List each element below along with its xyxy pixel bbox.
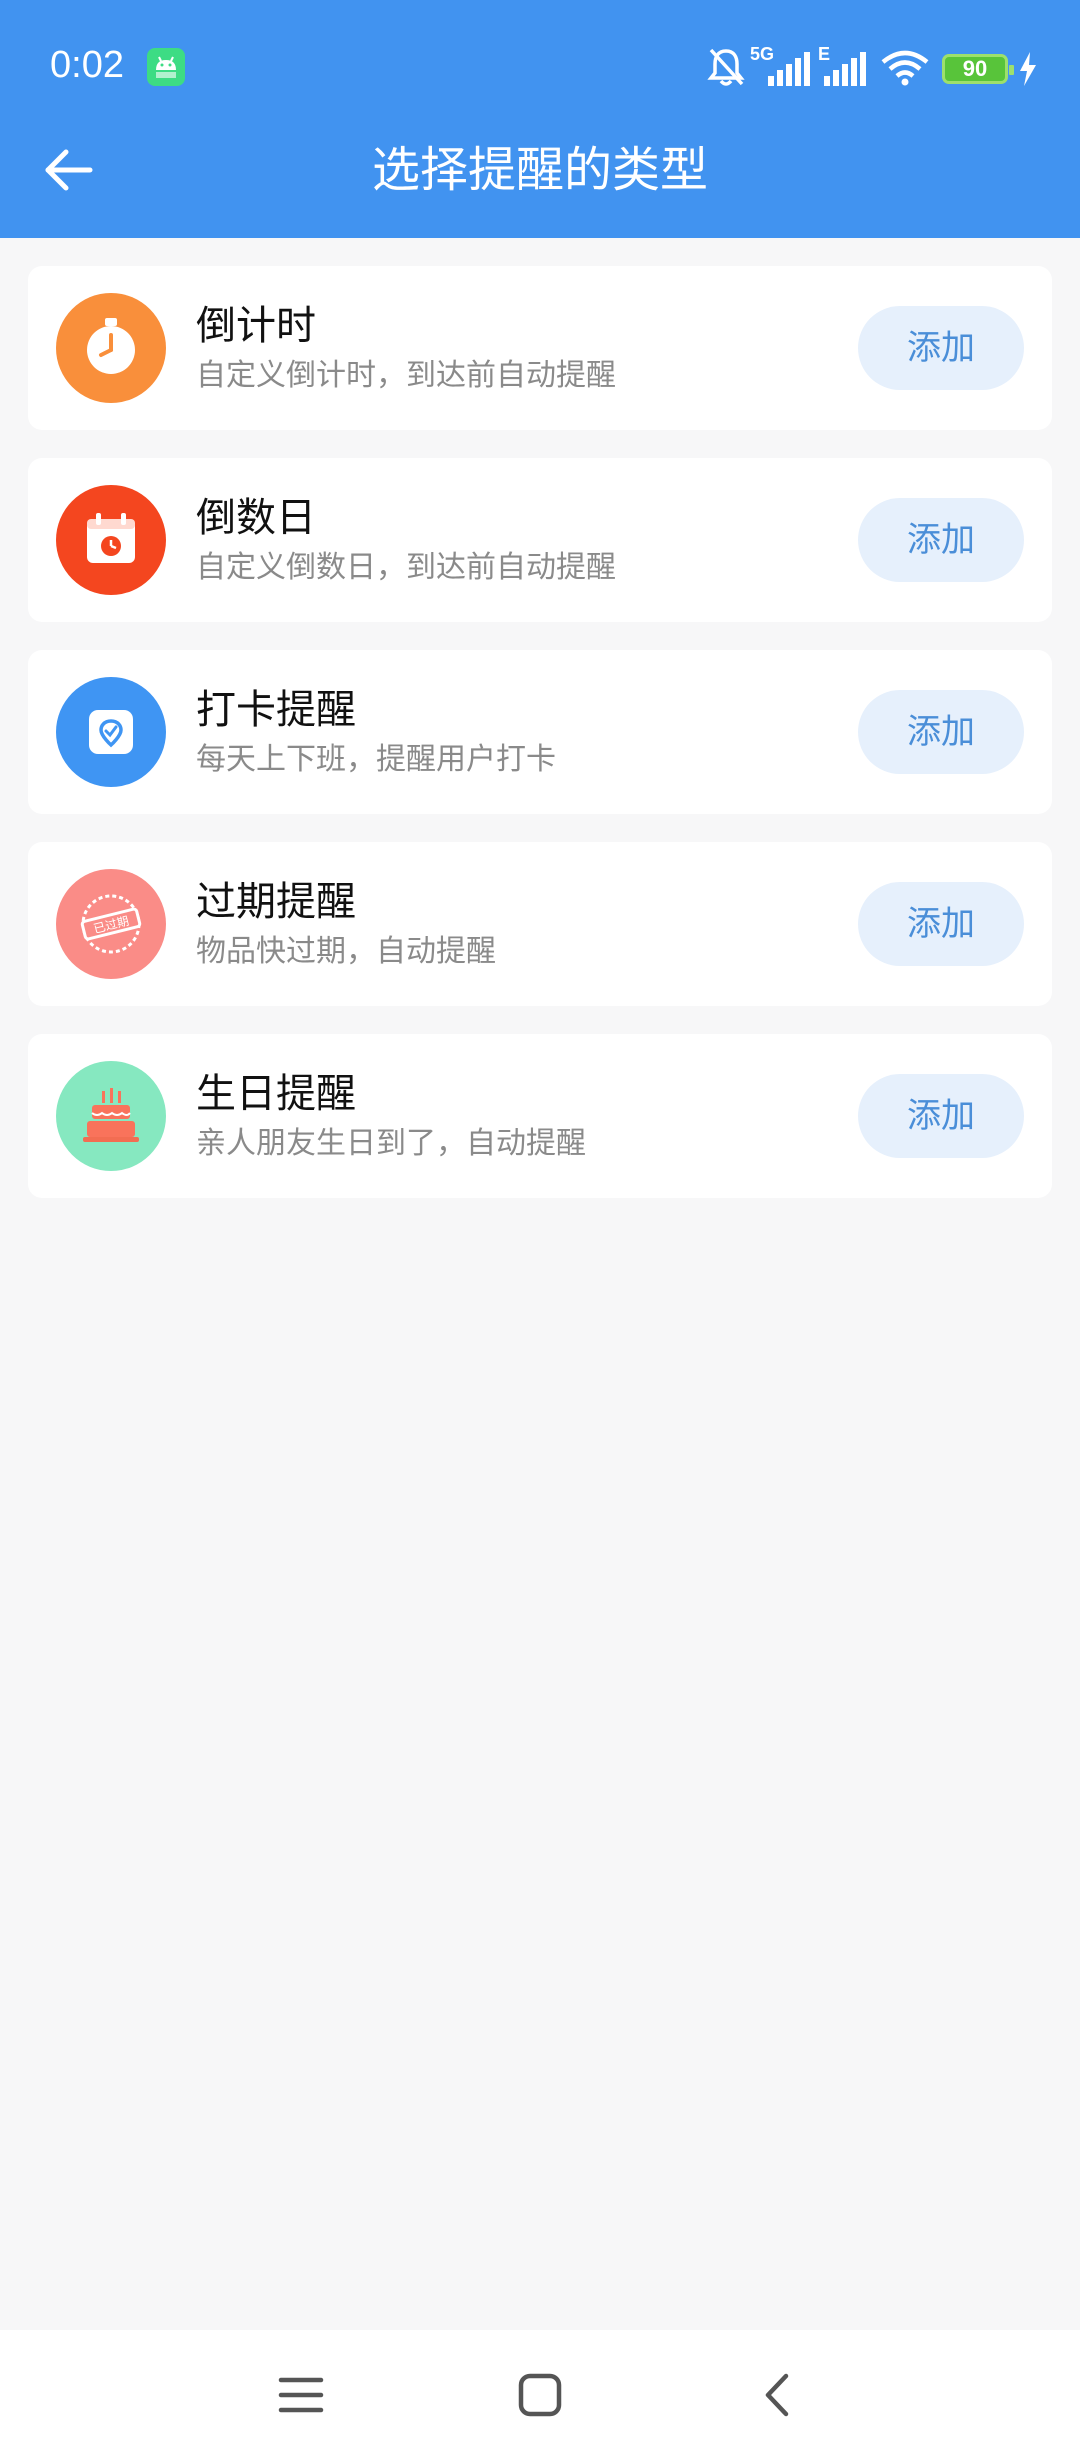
- charging-bolt-icon: [1020, 52, 1036, 86]
- card-description: 物品快过期，自动提醒: [196, 934, 496, 969]
- add-countdown-button[interactable]: 添加: [858, 306, 1024, 390]
- reminder-type-card-countdown[interactable]: 倒计时 自定义倒计时，到达前自动提醒 添加: [28, 266, 1052, 430]
- menu-icon[interactable]: [278, 2374, 324, 2416]
- page-title: 选择提醒的类型: [371, 142, 708, 198]
- reminder-type-card-days-countdown[interactable]: 倒数日 自定义倒数日，到达前自动提醒 添加: [28, 458, 1052, 622]
- system-navigation-bar: [0, 2330, 1080, 2460]
- card-title: 生日提醒: [196, 1071, 356, 1117]
- add-days-countdown-button[interactable]: 添加: [858, 498, 1024, 582]
- app-bar: 0:02 5G E 90 选择提醒的类型: [0, 0, 1080, 238]
- card-description: 自定义倒数日，到达前自动提醒: [196, 550, 616, 585]
- card-title: 过期提醒: [196, 879, 356, 925]
- card-title: 倒数日: [196, 495, 316, 541]
- wifi-icon: [881, 50, 929, 86]
- card-description: 亲人朋友生日到了，自动提醒: [196, 1126, 586, 1161]
- reminder-type-card-birthday[interactable]: 生日提醒 亲人朋友生日到了，自动提醒 添加: [28, 1034, 1052, 1198]
- back-chevron-icon[interactable]: [760, 2372, 794, 2418]
- card-description: 每天上下班，提醒用户打卡: [196, 742, 556, 777]
- card-description: 自定义倒计时，到达前自动提醒: [196, 358, 616, 393]
- reminder-type-list: 倒计时 自定义倒计时，到达前自动提醒 添加 倒数日 自定义倒数日，到达前自动提醒…: [28, 266, 1052, 1226]
- bell-muted-icon: [707, 48, 745, 86]
- add-expiry-button[interactable]: 添加: [858, 882, 1024, 966]
- expired-stamp-icon: 已过期: [56, 869, 166, 979]
- battery-indicator: 90: [942, 54, 1014, 84]
- reminder-type-card-check-in[interactable]: 打卡提醒 每天上下班，提醒用户打卡 添加: [28, 650, 1052, 814]
- add-birthday-button[interactable]: 添加: [858, 1074, 1024, 1158]
- signal-strength-icon-2: [824, 52, 866, 86]
- card-title: 打卡提醒: [196, 687, 356, 733]
- home-square-icon[interactable]: [517, 2372, 563, 2418]
- stopwatch-icon: [56, 293, 166, 403]
- card-title: 倒计时: [196, 303, 316, 349]
- birthday-cake-icon: [56, 1061, 166, 1171]
- calendar-icon: [56, 485, 166, 595]
- signal-strength-icon-1: [768, 52, 810, 86]
- status-time: 0:02: [50, 44, 124, 86]
- add-check-in-button[interactable]: 添加: [858, 690, 1024, 774]
- reminder-type-card-expiry[interactable]: 已过期 过期提醒 物品快过期，自动提醒 添加: [28, 842, 1052, 1006]
- android-notification-icon: [147, 48, 185, 86]
- location-pin-icon: [56, 677, 166, 787]
- status-bar: 0:02 5G E 90: [0, 0, 1080, 138]
